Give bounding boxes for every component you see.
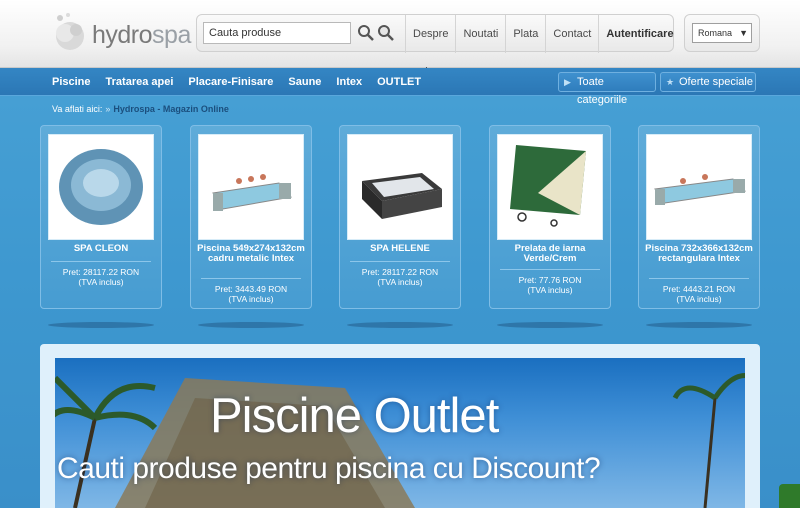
star-icon: ★ — [666, 77, 675, 87]
product-image-prelata[interactable] — [497, 134, 603, 240]
product-divider — [500, 269, 600, 270]
search-input[interactable] — [203, 22, 351, 44]
top-links: Despre noi Noutati Plata Contact Autenti… — [405, 15, 681, 78]
search-advanced-icon[interactable] — [377, 24, 395, 42]
product-name[interactable]: Prelata de iarna Verde/Crem — [490, 244, 610, 264]
search-bar: Despre noi Noutati Plata Contact Autenti… — [196, 14, 674, 78]
product-name[interactable]: SPA HELENE — [340, 244, 460, 254]
all-categories-label: Toate categoriile — [577, 76, 628, 106]
all-categories-button[interactable]: ▶ Toate categoriile — [558, 72, 656, 106]
nav-item-saune[interactable]: Saune — [288, 76, 321, 88]
card-shadow — [198, 322, 304, 328]
product-price: Pret: 4443.21 RON — [662, 284, 736, 294]
product-card[interactable]: Piscina 549x274x132cm cadru metalic Inte… — [190, 125, 312, 309]
product-divider — [51, 261, 151, 262]
product-card[interactable]: Piscina 732x366x132cm rectangulara Intex… — [638, 125, 760, 309]
product-name[interactable]: Piscina 549x274x132cm cadru metalic Inte… — [191, 244, 311, 264]
toplink-despre-noi[interactable]: Despre noi — [405, 15, 455, 78]
nav-item-tratarea-apei[interactable]: Tratarea apei — [106, 76, 174, 88]
logo-bubbles-icon — [56, 13, 84, 50]
product-price: Pret: 77.76 RON — [518, 275, 582, 285]
banner-subtitle: Cauti produse pentru piscina cu Discount… — [57, 452, 601, 485]
product-price: Pret: 3443.49 RON — [214, 284, 288, 294]
breadcrumb-prefix: Va aflati aici: — [52, 104, 103, 114]
product-vat: (TVA inclus) — [676, 294, 722, 304]
toplink-autentificare[interactable]: Autentificare — [598, 15, 680, 53]
product-vat: (TVA inclus) — [78, 277, 124, 287]
main-nav: Piscine Tratarea apei Placare-Finisare S… — [0, 68, 800, 106]
nav-item-placare-finisare[interactable]: Placare-Finisare — [188, 76, 273, 88]
product-vat: (TVA inclus) — [228, 294, 274, 304]
toplink-noutati[interactable]: Noutati — [455, 15, 505, 53]
product-image-spa-cleon[interactable] — [48, 134, 154, 240]
arrow-right-icon: ▶ — [564, 77, 571, 87]
banner-title: Piscine Outlet — [210, 389, 499, 443]
nav-item-intex[interactable]: Intex — [336, 76, 362, 88]
product-card[interactable]: SPA HELENE Pret: 28117.22 RON (TVA inclu… — [339, 125, 461, 309]
breadcrumb-link[interactable]: Hydrospa - Magazin Online — [113, 104, 229, 114]
card-shadow — [646, 322, 752, 328]
logo-text-hydro: hydro — [92, 21, 153, 49]
product-vat: (TVA inclus) — [527, 285, 573, 295]
toplink-plata[interactable]: Plata — [505, 15, 545, 53]
hydrospa-logo[interactable]: hydrospa — [48, 10, 191, 54]
language-box: Romana ▼ — [684, 14, 760, 52]
product-price: Pret: 28117.22 RON — [62, 267, 140, 277]
chat-icon[interactable] — [779, 484, 800, 508]
search-icon[interactable] — [357, 24, 375, 42]
product-divider — [350, 261, 450, 262]
language-select[interactable]: Romana ▼ — [692, 23, 752, 43]
product-name[interactable]: Piscina 732x366x132cm rectangulara Intex — [639, 244, 759, 264]
outlet-banner[interactable]: Piscine Outlet Cauti produse pentru pisc… — [55, 358, 745, 508]
product-card[interactable]: Prelata de iarna Verde/Crem Pret: 77.76 … — [489, 125, 611, 309]
toplink-contact[interactable]: Contact — [545, 15, 598, 53]
language-selected: Romana — [698, 28, 733, 38]
card-shadow — [48, 322, 154, 328]
product-name[interactable]: SPA CLEON — [41, 244, 161, 254]
nav-item-piscine[interactable]: Piscine — [52, 76, 91, 88]
product-image-spa-helene[interactable] — [347, 134, 453, 240]
nav-item-outlet[interactable]: OUTLET — [377, 76, 421, 88]
product-price: Pret: 28117.22 RON — [361, 267, 439, 277]
product-vat: (TVA inclus) — [377, 277, 423, 287]
special-offers-button[interactable]: ★ Oferte speciale — [660, 72, 756, 92]
logo-text-spa: spa — [152, 21, 191, 49]
product-image-piscina-732[interactable] — [646, 134, 752, 240]
logo-text: hydrospa — [92, 21, 191, 50]
card-shadow — [497, 322, 603, 328]
site-header: hydrospa Despre noi Noutati Plata Contac… — [0, 0, 800, 78]
dropdown-arrow-icon: ▼ — [739, 28, 748, 38]
product-divider — [201, 278, 301, 279]
card-shadow — [347, 322, 453, 328]
product-card[interactable]: SPA CLEON Pret: 28117.22 RON (TVA inclus… — [40, 125, 162, 309]
breadcrumb: Va aflati aici:» Hydrospa - Magazin Onlin… — [52, 104, 229, 114]
product-divider — [649, 278, 749, 279]
breadcrumb-separator-icon: » — [105, 104, 111, 114]
special-offers-label: Oferte speciale — [679, 76, 753, 88]
product-image-piscina-549[interactable] — [198, 134, 304, 240]
